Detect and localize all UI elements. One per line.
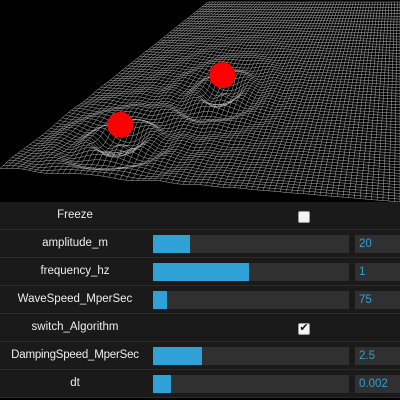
switch-algorithm-label: switch_Algorithm bbox=[31, 321, 119, 333]
freeze-check-icon bbox=[298, 209, 310, 221]
wavespeed-row: WaveSpeed_MperSec bbox=[0, 286, 400, 314]
amplitude-slider[interactable] bbox=[153, 235, 349, 253]
amplitude-label: amplitude_m bbox=[42, 237, 108, 249]
dt-slider-fill bbox=[153, 375, 171, 393]
wavespeed-slider[interactable] bbox=[153, 291, 349, 309]
frequency-value-input[interactable] bbox=[355, 263, 400, 281]
wave-mesh bbox=[0, 1, 400, 202]
mesh-line bbox=[325, 1, 365, 196]
source-1-sphere bbox=[209, 62, 236, 89]
mesh-line bbox=[216, 1, 313, 187]
mesh-line bbox=[0, 168, 400, 202]
wavespeed-value-input[interactable] bbox=[355, 291, 400, 309]
dampingspeed-value-input[interactable] bbox=[355, 347, 400, 365]
mesh-line bbox=[228, 1, 318, 188]
control-panel: Freeze amplitude_m frequency_hz WaveSpee… bbox=[0, 202, 400, 400]
dt-label: dt bbox=[70, 377, 80, 389]
switch-algorithm-row: switch_Algorithm ✔ bbox=[0, 314, 400, 342]
wave-simulation-viewport[interactable] bbox=[0, 0, 400, 202]
dampingspeed-slider[interactable] bbox=[153, 347, 349, 365]
mesh-line bbox=[139, 56, 400, 68]
wavespeed-label: WaveSpeed_MperSec bbox=[17, 293, 133, 305]
switch-algorithm-check-icon: ✔ bbox=[299, 321, 309, 334]
freeze-label: Freeze bbox=[57, 209, 93, 221]
mesh-line bbox=[0, 1, 209, 169]
frequency-label: frequency_hz bbox=[40, 265, 110, 277]
mesh-line bbox=[336, 1, 371, 197]
wave-sources bbox=[107, 62, 236, 138]
amplitude-value-input[interactable] bbox=[355, 235, 400, 253]
switch-algorithm-checkbox[interactable]: ✔ bbox=[298, 321, 310, 335]
wave-mesh-canvas[interactable] bbox=[0, 0, 400, 202]
freeze-row: Freeze bbox=[0, 202, 400, 230]
dt-row: dt bbox=[0, 370, 400, 398]
dampingspeed-row: DampingSpeed_MperSec bbox=[0, 342, 400, 370]
dt-value-input[interactable] bbox=[355, 375, 400, 393]
frequency-slider[interactable] bbox=[153, 263, 349, 281]
frequency-slider-fill bbox=[153, 263, 250, 281]
dampingspeed-label: DampingSpeed_MperSec bbox=[11, 349, 139, 361]
freeze-checkbox[interactable] bbox=[298, 211, 310, 223]
dt-slider[interactable] bbox=[153, 375, 349, 393]
wavespeed-slider-fill bbox=[153, 291, 167, 309]
source-2-sphere bbox=[107, 111, 134, 138]
mesh-line bbox=[268, 1, 338, 191]
amplitude-slider-fill bbox=[153, 235, 191, 253]
frequency-row: frequency_hz bbox=[0, 258, 400, 286]
dampingspeed-slider-fill bbox=[153, 347, 202, 365]
mesh-line bbox=[331, 1, 368, 197]
mesh-line bbox=[44, 131, 400, 160]
amplitude-row: amplitude_m bbox=[0, 230, 400, 258]
